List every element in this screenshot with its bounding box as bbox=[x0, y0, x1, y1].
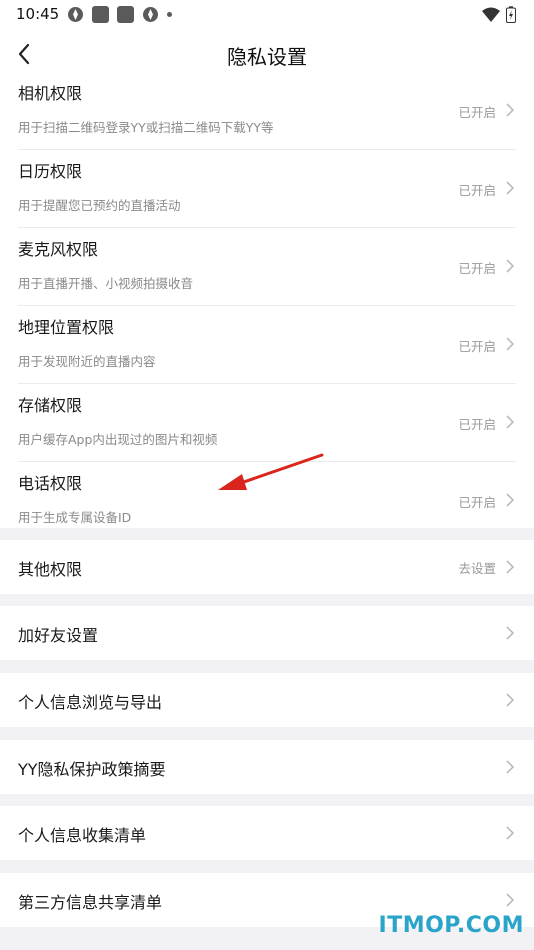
permission-item-calendar[interactable]: 日历权限 用于提醒您已预约的直播活动 已开启 bbox=[0, 150, 534, 228]
chevron-right-icon bbox=[506, 181, 515, 195]
status-right bbox=[482, 6, 516, 23]
row-status: 去设置 bbox=[458, 561, 496, 576]
permission-status: 已开启 bbox=[458, 183, 496, 198]
row-label: 第三方信息共享清单 bbox=[18, 893, 163, 912]
row-label: 其他权限 bbox=[18, 560, 83, 579]
chevron-right-icon bbox=[506, 626, 515, 640]
wifi-icon bbox=[482, 7, 500, 22]
permission-status: 已开启 bbox=[458, 105, 496, 120]
permission-title: 麦克风权限 bbox=[18, 240, 99, 259]
watermark: ITMOP.COM bbox=[378, 913, 524, 938]
chevron-right-icon bbox=[506, 493, 515, 507]
chevron-right-icon bbox=[506, 103, 515, 117]
status-time: 10:45 bbox=[16, 5, 60, 23]
permission-status: 已开启 bbox=[458, 339, 496, 354]
permission-status: 已开启 bbox=[458, 417, 496, 432]
chevron-right-icon bbox=[506, 693, 515, 707]
chevron-right-icon bbox=[506, 760, 515, 774]
status-bar: 10:45 bbox=[0, 0, 534, 30]
chevron-right-icon bbox=[506, 826, 515, 840]
more-notifications-dot-icon bbox=[167, 12, 172, 17]
permission-title: 地理位置权限 bbox=[18, 318, 115, 337]
permission-desc: 用户缓存App内出现过的图片和视频 bbox=[18, 432, 218, 447]
app-notification-icon bbox=[92, 6, 109, 23]
notification-icons bbox=[67, 6, 172, 23]
permission-title: 电话权限 bbox=[18, 474, 83, 493]
add-friend-settings-row[interactable]: 加好友设置 bbox=[0, 606, 534, 660]
permission-desc: 用于扫描二维码登录YY或扫描二维码下载YY等 bbox=[18, 120, 274, 135]
chevron-right-icon bbox=[506, 337, 515, 351]
nav-bar: 隐私设置 bbox=[0, 30, 534, 78]
chevron-right-icon bbox=[506, 415, 515, 429]
row-label: 个人信息浏览与导出 bbox=[18, 693, 163, 712]
app-notification-icon bbox=[117, 6, 134, 23]
annotation-arrow-icon bbox=[218, 453, 324, 490]
permission-desc: 用于生成专属设备ID bbox=[18, 510, 132, 525]
info-collection-list-row[interactable]: 个人信息收集清单 bbox=[0, 806, 534, 860]
chevron-right-icon bbox=[506, 893, 515, 907]
permission-item-camera[interactable]: 相机权限 用于扫描二维码登录YY或扫描二维码下载YY等 已开启 bbox=[0, 72, 534, 150]
app-notification-icon bbox=[68, 7, 83, 22]
row-label: 加好友设置 bbox=[18, 626, 99, 645]
permission-desc: 用于发现附近的直播内容 bbox=[18, 354, 156, 369]
permission-title: 相机权限 bbox=[18, 84, 83, 103]
permission-desc: 用于直播开播、小视频拍摄收音 bbox=[18, 276, 194, 291]
permission-item-microphone[interactable]: 麦克风权限 用于直播开播、小视频拍摄收音 已开启 bbox=[0, 228, 534, 306]
permission-title: 存储权限 bbox=[18, 396, 83, 415]
chevron-right-icon bbox=[506, 560, 515, 574]
other-permissions-row[interactable]: 其他权限 去设置 bbox=[0, 540, 534, 594]
permission-status: 已开启 bbox=[458, 495, 496, 510]
row-label: YY隐私保护政策摘要 bbox=[18, 760, 166, 779]
app-notification-icon bbox=[143, 7, 158, 22]
row-label: 个人信息收集清单 bbox=[18, 826, 147, 845]
permission-title: 日历权限 bbox=[18, 162, 83, 181]
battery-icon bbox=[506, 6, 516, 23]
permission-desc: 用于提醒您已预约的直播活动 bbox=[18, 198, 181, 213]
personal-info-export-row[interactable]: 个人信息浏览与导出 bbox=[0, 673, 534, 727]
privacy-policy-summary-row[interactable]: YY隐私保护政策摘要 bbox=[0, 740, 534, 794]
permission-item-location[interactable]: 地理位置权限 用于发现附近的直播内容 已开启 bbox=[0, 306, 534, 384]
chevron-right-icon bbox=[506, 259, 515, 273]
page-title: 隐私设置 bbox=[227, 45, 307, 69]
permission-status: 已开启 bbox=[458, 261, 496, 276]
